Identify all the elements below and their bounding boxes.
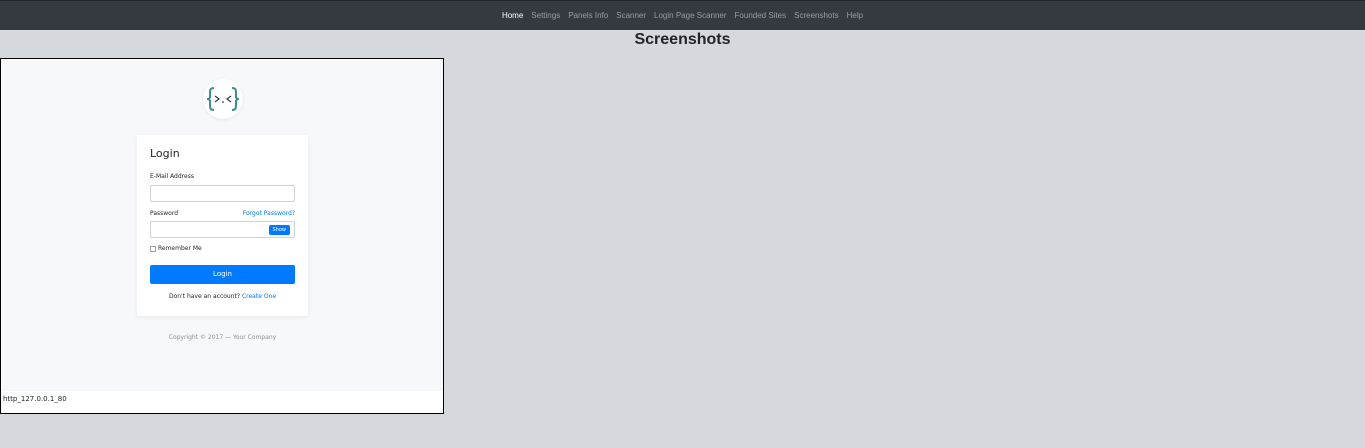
login-title: Login (150, 147, 180, 160)
nav-item-help[interactable]: Help (843, 11, 867, 20)
password-field[interactable]: Show (150, 221, 295, 238)
nav-list: Home Settings Panels Info Scanner Login … (498, 11, 867, 20)
remember-me-checkbox[interactable] (150, 245, 156, 252)
remember-me-label: Remember Me (158, 245, 202, 252)
nav-item-login-page-scanner[interactable]: Login Page Scanner (650, 11, 731, 20)
page-title: Screenshots (634, 31, 731, 48)
signup-prompt: Don't have an account? (168, 293, 242, 300)
nav-item-panels-info[interactable]: Panels Info (564, 11, 612, 20)
screenshot-image[interactable]: Login E-Mail Address Password Forgot Pas… (2, 60, 443, 391)
password-label: Password (150, 210, 179, 217)
login-card: Login E-Mail Address Password Forgot Pas… (137, 135, 308, 316)
remember-me-row[interactable]: Remember Me (150, 245, 202, 252)
nav-item-scanner[interactable]: Scanner (612, 11, 650, 20)
nav-item-settings[interactable]: Settings (527, 11, 564, 20)
screenshot-caption: http_127.0.0.1_80 (3, 395, 67, 403)
copyright-text: Copyright © 2017 — Your Company (168, 334, 277, 341)
signup-row: Don't have an account? Create One (137, 293, 308, 300)
nav-item-founded-sites[interactable]: Founded Sites (731, 11, 791, 20)
nav-item-screenshots[interactable]: Screenshots (790, 11, 842, 20)
show-password-button[interactable]: Show (268, 225, 290, 235)
create-account-link[interactable]: Create One (242, 293, 276, 300)
code-brackets-logo-icon (203, 79, 243, 119)
email-field[interactable] (150, 185, 295, 202)
top-navbar: Home Settings Panels Info Scanner Login … (0, 0, 1365, 30)
nav-item-home[interactable]: Home (498, 11, 527, 20)
screenshot-card[interactable]: Login E-Mail Address Password Forgot Pas… (0, 58, 444, 414)
forgot-password-link[interactable]: Forgot Password? (243, 210, 295, 217)
login-button[interactable]: Login (150, 265, 295, 284)
email-label: E-Mail Address (150, 173, 194, 180)
